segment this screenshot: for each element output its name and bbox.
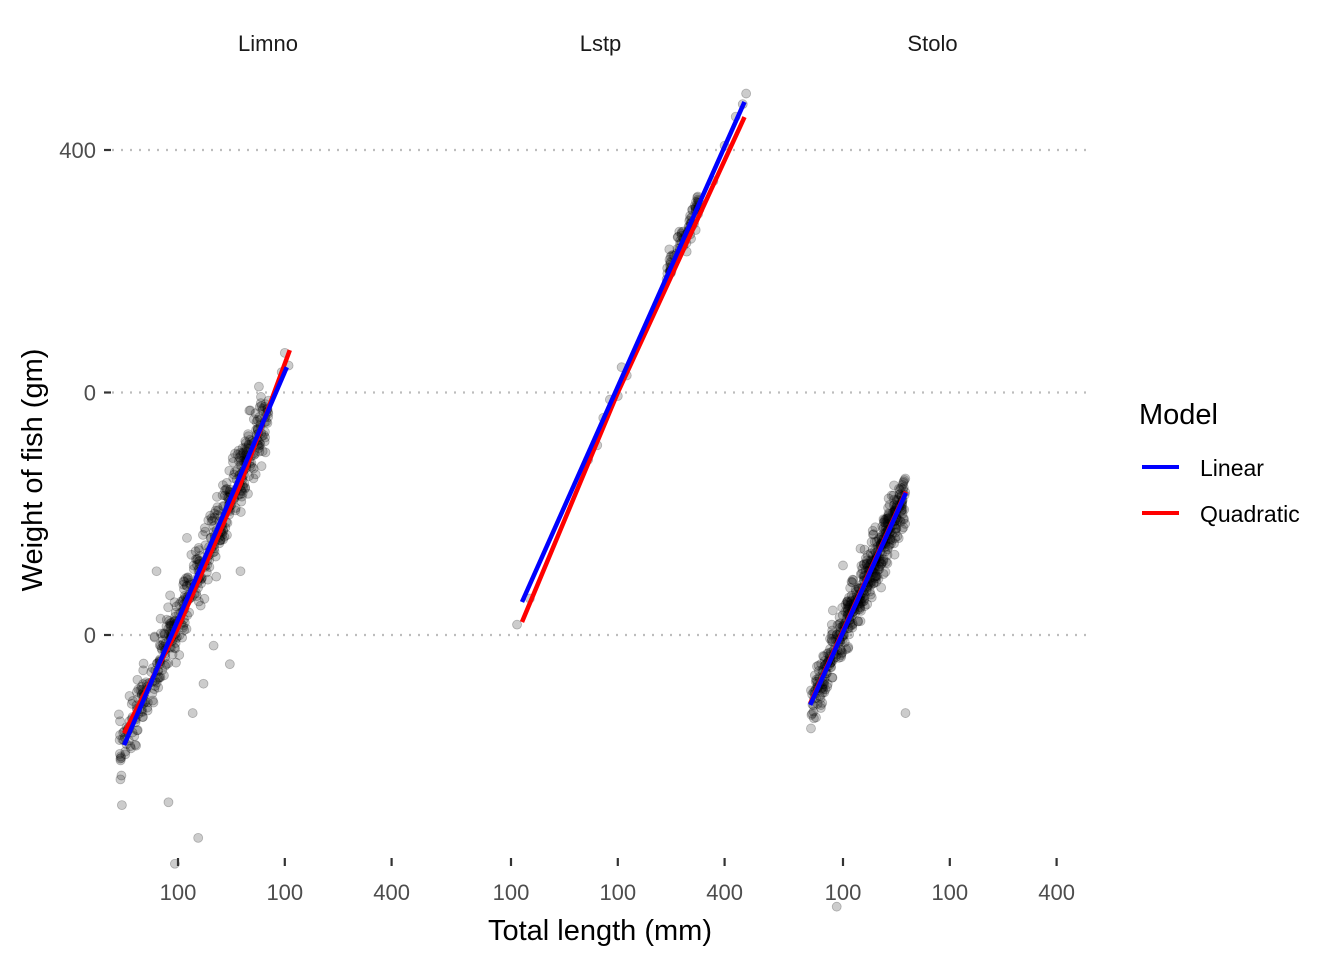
- data-point-outlier: [900, 708, 911, 718]
- data-point: [138, 658, 149, 669]
- data-point: [158, 628, 169, 639]
- data-point: [256, 461, 267, 472]
- fit-lines: [122, 100, 908, 746]
- data-point: [842, 597, 853, 608]
- data-point: [259, 436, 270, 447]
- facet-strips: Limno Lstp Stolo: [238, 31, 958, 56]
- data-point-outlier: [198, 678, 209, 689]
- fit-line-linear-lstp: [519, 100, 747, 603]
- x-tick-label-stolo-2: 400: [1038, 880, 1075, 905]
- data-point-outlier: [826, 619, 837, 630]
- data-point: [889, 549, 900, 560]
- data-point-outlier: [235, 566, 246, 577]
- fit-line-linear-limno: [122, 366, 289, 746]
- data-point-outlier: [124, 691, 135, 701]
- y-tick-label-2: 400: [59, 138, 96, 163]
- x-tick-label-limno-0: 100: [160, 880, 197, 905]
- data-point: [877, 521, 888, 532]
- data-point: [866, 537, 877, 547]
- data-point: [248, 473, 259, 484]
- x-tick-label-lstp-1: 100: [599, 880, 636, 905]
- data-point: [227, 453, 238, 463]
- x-tick-label-lstp-0: 100: [493, 880, 530, 905]
- fit-line-linear-stolo: [808, 491, 908, 706]
- y-tick-label-0: 0: [84, 623, 96, 648]
- data-point: [199, 593, 210, 604]
- data-point-outlier: [187, 708, 198, 718]
- data-point-outlier: [245, 405, 256, 416]
- data-point: [200, 526, 211, 537]
- data-point-outlier: [848, 575, 859, 585]
- data-point: [872, 571, 882, 582]
- facet-label-limno: Limno: [238, 31, 298, 56]
- data-point: [117, 800, 127, 811]
- data-point-outlier: [838, 560, 848, 571]
- data-point: [209, 512, 220, 523]
- data-point: [822, 679, 833, 689]
- data-point: [237, 443, 248, 454]
- facet-label-stolo: Stolo: [907, 31, 957, 56]
- data-point: [171, 657, 181, 668]
- data-point: [254, 381, 264, 392]
- facet-label-lstp: Lstp: [580, 31, 622, 56]
- chart: 0 0 400 100 100 400 100 100 400 100 100 400 Limno Ls…: [17, 31, 1300, 947]
- x-axis-title: Total length (mm): [488, 915, 712, 947]
- data-point: [806, 723, 816, 734]
- data-point: [163, 602, 174, 613]
- data-point: [132, 674, 143, 685]
- data-point: [868, 529, 879, 540]
- x-tick-label-stolo-1: 100: [931, 880, 968, 905]
- data-point-outlier: [182, 532, 192, 543]
- legend-label-linear: Linear: [1200, 455, 1264, 481]
- data-point: [827, 605, 838, 616]
- data-point: [211, 571, 222, 582]
- data-point-outlier: [841, 644, 851, 655]
- data-point: [224, 465, 235, 476]
- legend-label-quadratic: Quadratic: [1200, 501, 1300, 527]
- data-point-outlier: [165, 590, 175, 601]
- data-point: [876, 582, 887, 593]
- legend: Model Linear Quadratic: [1139, 399, 1300, 527]
- x-tick-label-limno-1: 100: [266, 880, 303, 905]
- data-point-outlier: [898, 522, 909, 533]
- data-point-outlier: [208, 640, 219, 651]
- fit-line-quadratic-lstp: [519, 116, 747, 623]
- data-point: [155, 613, 166, 624]
- data-point: [131, 740, 142, 751]
- data-point-outlier: [741, 88, 752, 99]
- data-point-outlier: [224, 659, 235, 670]
- data-point: [116, 770, 127, 781]
- data-point-outlier: [151, 566, 162, 577]
- data-point: [113, 709, 124, 720]
- data-point-outlier: [855, 543, 866, 554]
- data-point-outlier: [193, 832, 204, 843]
- data-point: [811, 712, 821, 723]
- data-point: [149, 631, 160, 642]
- data-point-outlier: [163, 797, 174, 808]
- x-tick-label-limno-2: 400: [373, 880, 410, 905]
- x-tick-label-lstp-2: 400: [706, 880, 743, 905]
- x-tick-label-stolo-0: 100: [825, 880, 862, 905]
- data-point: [893, 533, 904, 544]
- legend-title: Model: [1139, 399, 1218, 431]
- data-point: [115, 755, 126, 766]
- y-axis-title: Weight of fish (gm): [17, 349, 49, 592]
- y-tick-label-1: 0: [84, 381, 96, 406]
- data-point-outlier: [512, 619, 522, 630]
